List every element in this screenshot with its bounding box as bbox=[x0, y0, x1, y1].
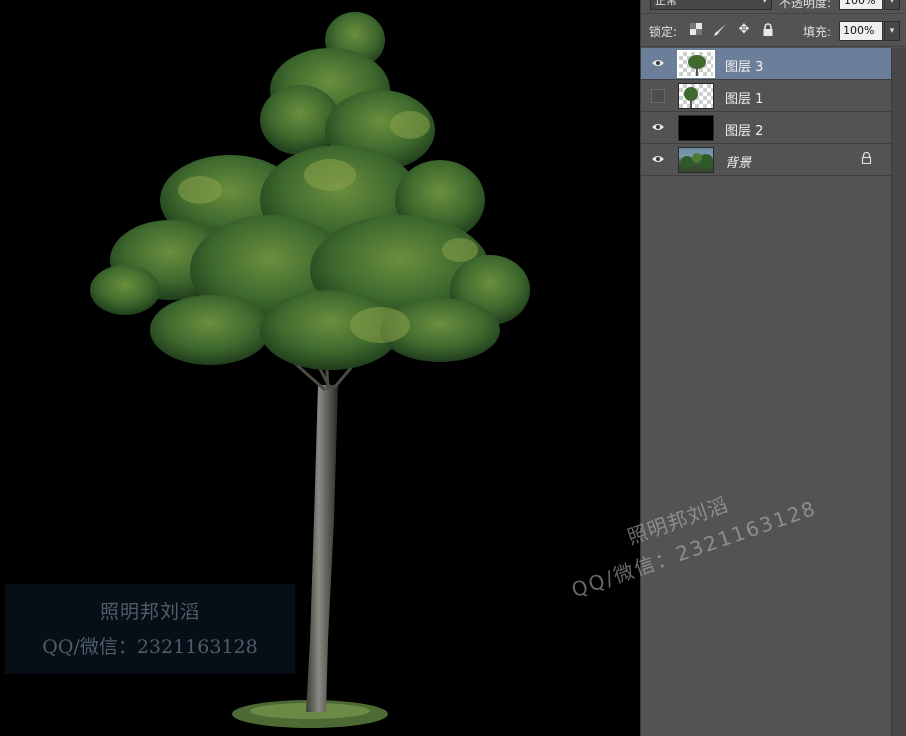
watermark-contact: QQ/微信：2321163128 bbox=[42, 636, 258, 658]
scrollbar[interactable] bbox=[891, 48, 906, 736]
layers-list: 图层 3 图层 1 图层 2 背景 bbox=[641, 48, 891, 176]
blend-mode-value: 正常 bbox=[655, 0, 677, 7]
lock-bar: 锁定: ✥ 填充: 100% ▾ bbox=[641, 15, 906, 47]
eye-icon[interactable] bbox=[649, 152, 667, 168]
layer-name[interactable]: 图层 3 bbox=[725, 56, 763, 75]
lock-label: 锁定: bbox=[649, 25, 678, 39]
layer-row[interactable]: 图层 3 bbox=[641, 48, 891, 80]
layer-name[interactable]: 图层 1 bbox=[725, 88, 763, 107]
blend-mode-select[interactable]: 正常 ▾ bbox=[650, 0, 772, 10]
layer-thumbnail[interactable] bbox=[678, 115, 714, 141]
layer-row[interactable]: 图层 2 bbox=[641, 112, 891, 144]
checkerboard-icon[interactable] bbox=[689, 23, 703, 37]
eye-icon[interactable] bbox=[649, 56, 667, 72]
layer-row[interactable]: 背景 bbox=[641, 144, 891, 176]
chevron-down-icon: ▾ bbox=[762, 0, 767, 6]
layer-thumbnail[interactable] bbox=[678, 83, 714, 109]
fill-input[interactable]: 100% bbox=[839, 21, 883, 41]
opacity-dropdown-button[interactable]: ▾ bbox=[884, 0, 900, 10]
eye-icon[interactable] bbox=[649, 120, 667, 136]
layer-name[interactable]: 背景 bbox=[725, 152, 751, 171]
opacity-label: 不透明度: bbox=[779, 0, 832, 10]
layer-thumbnail[interactable] bbox=[678, 147, 714, 173]
watermark-author: 照明邦刘滔 bbox=[99, 601, 200, 623]
blend-options-bar: 正常 ▾ 不透明度: 100% ▾ bbox=[641, 0, 906, 14]
layer-name[interactable]: 图层 2 bbox=[725, 120, 763, 139]
layer-row[interactable]: 图层 1 bbox=[641, 80, 891, 112]
move-icon[interactable]: ✥ bbox=[737, 23, 751, 37]
watermark-box: 照明邦刘滔 QQ/微信：2321163128 bbox=[5, 584, 295, 674]
visibility-toggle[interactable] bbox=[651, 89, 665, 103]
opacity-input[interactable]: 100% bbox=[839, 0, 883, 10]
fill-label: 填充: bbox=[803, 25, 832, 39]
fill-dropdown-button[interactable]: ▾ bbox=[884, 21, 900, 41]
lock-icon bbox=[859, 151, 873, 166]
layer-thumbnail[interactable] bbox=[677, 50, 715, 78]
lock-icon[interactable] bbox=[761, 23, 775, 37]
layers-panel: 正常 ▾ 不透明度: 100% ▾ 锁定: ✥ 填充: 100% ▾ 图层 3 … bbox=[640, 0, 906, 736]
document-canvas[interactable]: 照明邦刘滔 QQ/微信：2321163128 bbox=[0, 0, 640, 736]
brush-icon[interactable] bbox=[713, 23, 727, 37]
